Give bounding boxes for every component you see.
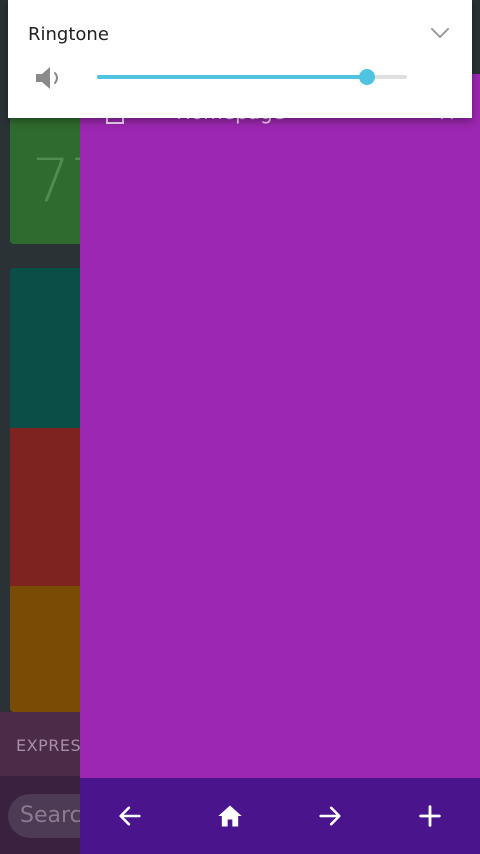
add-tab-button[interactable] bbox=[410, 800, 450, 832]
bottom-nav bbox=[80, 778, 480, 854]
side-drawer: Homepage ✕ bbox=[80, 74, 480, 854]
arrow-right-icon bbox=[319, 806, 341, 826]
speaker-icon[interactable] bbox=[34, 64, 66, 92]
plus-icon bbox=[419, 805, 441, 827]
volume-slider[interactable] bbox=[97, 69, 407, 85]
volume-panel: Ringtone bbox=[8, 0, 472, 118]
back-button[interactable] bbox=[110, 800, 150, 832]
volume-slider-thumb[interactable] bbox=[358, 69, 375, 85]
forward-button[interactable] bbox=[310, 800, 350, 832]
orange-tile[interactable] bbox=[10, 586, 90, 712]
chevron-down-icon[interactable] bbox=[430, 26, 450, 40]
home-icon bbox=[218, 805, 242, 827]
clock-tile[interactable]: 77 bbox=[10, 108, 108, 244]
home-button[interactable] bbox=[210, 800, 250, 832]
red-tile[interactable] bbox=[10, 428, 90, 586]
volume-slider-fill bbox=[97, 75, 367, 79]
arrow-left-icon bbox=[119, 806, 141, 826]
volume-stream-title: Ringtone bbox=[28, 24, 109, 45]
teal-tile[interactable] bbox=[10, 268, 90, 428]
